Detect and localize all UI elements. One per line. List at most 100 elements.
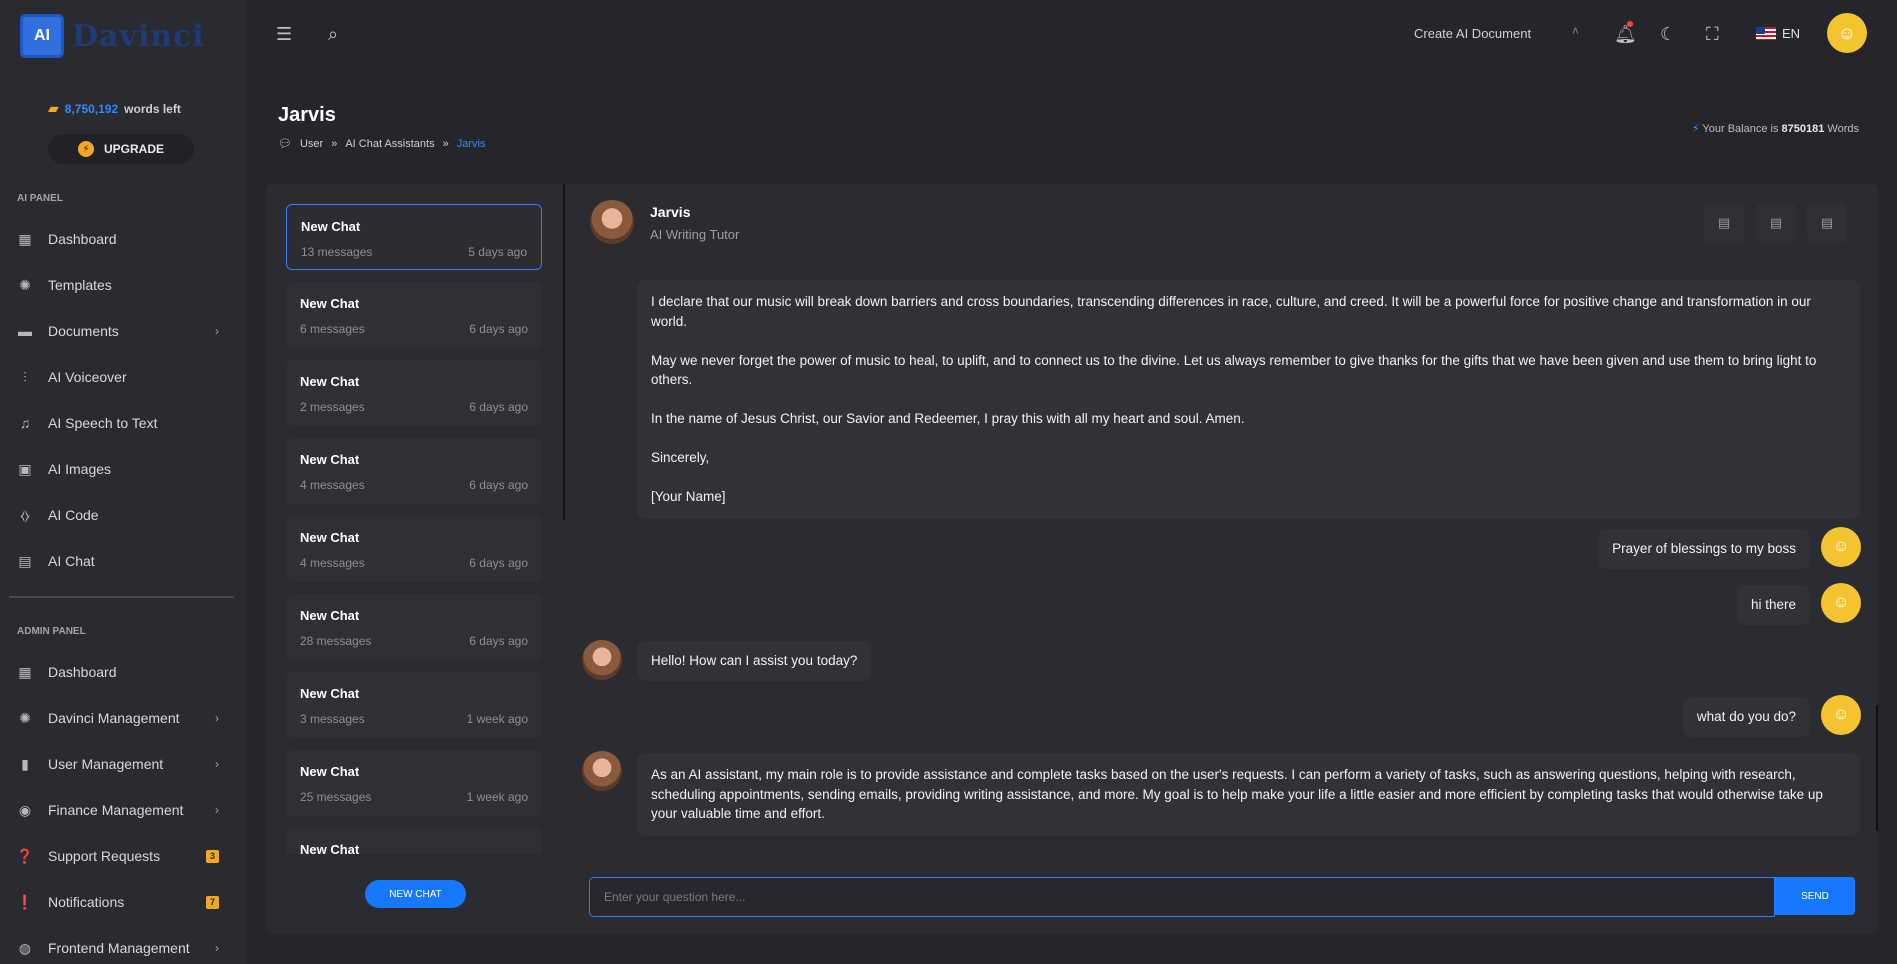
chat-history-item[interactable]: New Chat [286, 828, 542, 854]
sidebar-item-ai-voiceover[interactable]: ⫶ AI Voiceover [17, 362, 227, 392]
new-chat-button[interactable]: NEW CHAT [365, 880, 466, 908]
sidebar-item-notifications[interactable]: ❗ Notifications 7 [16, 887, 227, 917]
language-selector[interactable]: EN [1756, 26, 1800, 41]
dashboard-icon: ▦ [18, 663, 32, 680]
breadcrumb-jarvis: Jarvis [456, 137, 486, 150]
sidebar-item-ai-chat[interactable]: ▤ AI Chat [17, 546, 227, 576]
audio-file-icon: ♫ [19, 415, 31, 431]
export-word-icon[interactable]: ▤ [1704, 203, 1744, 243]
bolt-icon: ⚡ [1691, 123, 1700, 135]
message-paragraph: May we never forget the power of music t… [651, 352, 1817, 388]
panel-divider [563, 184, 565, 520]
chat-date: 6 days ago [469, 322, 528, 336]
chat-title: New Chat [300, 374, 360, 389]
chat-date: 1 week ago [466, 712, 528, 726]
assistant-name: Jarvis [650, 204, 691, 220]
chevron-right-icon: › [215, 803, 219, 817]
globe-icon: ◍ [18, 939, 32, 956]
user-message-avatar: ☺ [1821, 695, 1861, 735]
sidebar-item-documents[interactable]: ▬ Documents › [17, 316, 227, 346]
chat-date: 1 week ago [466, 790, 528, 804]
code-icon: ⧼⧽ [20, 506, 30, 523]
dashboard-icon: ▦ [18, 230, 32, 247]
breadcrumb-separator: » [442, 137, 449, 150]
chat-message-count: 13 messages [301, 245, 373, 259]
templates-icon: ✺ [19, 276, 31, 293]
words-label: words left [124, 101, 181, 116]
sidebar-item-ai-images[interactable]: ▣ AI Images [17, 454, 227, 484]
question-input-wrapper [589, 877, 1775, 917]
bell-icon[interactable]: 🔔︎ [1614, 24, 1637, 45]
breadcrumb-ai-chat-assistants[interactable]: AI Chat Assistants [345, 138, 434, 150]
language-label: EN [1782, 26, 1801, 41]
admin-panel-label: ADMIN PANEL [17, 626, 86, 637]
words-count: 8,750,192 [64, 101, 119, 116]
chat-date: 5 days ago [468, 245, 527, 259]
sidebar-item-user-management[interactable]: ▮ User Management › [17, 749, 227, 779]
sidebar-item-label: Dashboard [48, 664, 117, 680]
sidebar-item-templates[interactable]: ✺ Templates [17, 270, 227, 300]
upgrade-button[interactable]: ⚡ UPGRADE [48, 134, 194, 164]
sidebar-item-davinci-management[interactable]: ✺ Davinci Management › [17, 703, 227, 733]
logo[interactable]: AI Davinci [20, 14, 205, 58]
user-avatar[interactable]: ☺ [1827, 13, 1867, 53]
sidebar-item-frontend-management[interactable]: ◍ Frontend Management › [17, 933, 227, 963]
sidebar-item-ai-speech-to-text[interactable]: ♫ AI Speech to Text [17, 408, 227, 438]
chat-history-item[interactable]: New Chat 28 messages 6 days ago [286, 594, 542, 660]
sidebar-item-finance-management[interactable]: ◉ Finance Management › [17, 795, 227, 825]
chat-history-item[interactable]: New Chat 4 messages 6 days ago [286, 516, 542, 582]
chat-history-item[interactable]: New Chat 6 messages 6 days ago [286, 282, 542, 348]
sidebar-item-label: Support Requests [48, 848, 161, 864]
sidebar-item-label: User Management [48, 756, 164, 772]
assistant-avatar [590, 200, 634, 244]
chevron-right-icon: › [215, 941, 219, 955]
user-message: what do you do? [1682, 697, 1810, 737]
assistant-avatar-image [590, 200, 634, 244]
assistant-message-avatar [582, 640, 622, 680]
question-input[interactable] [590, 878, 1774, 916]
waveform-icon: ⫶ [23, 368, 27, 385]
sidebar-item-admin-dashboard[interactable]: ▦ Dashboard [17, 657, 227, 687]
menu-toggle-icon[interactable]: ☰ [276, 24, 292, 45]
chat-history-item[interactable]: New Chat 2 messages 6 days ago [286, 360, 542, 426]
assistant-message: As an AI assistant, my main role is to p… [637, 753, 1860, 836]
chat-title: New Chat [300, 686, 360, 701]
chat-history-item[interactable]: New Chat 4 messages 6 days ago [286, 438, 542, 504]
chat-message-count: 2 messages [300, 400, 365, 414]
sidebar-item-ai-code[interactable]: ⧼⧽ AI Code [17, 500, 227, 530]
chat-title: New Chat [300, 842, 360, 854]
balance-value: 8750181 [1781, 123, 1825, 135]
chevron-right-icon: › [215, 324, 219, 338]
support-count-badge: 3 [206, 849, 219, 863]
coins-icon: ▰ [48, 100, 59, 116]
chat-title: New Chat [301, 219, 361, 234]
sidebar-item-support-requests[interactable]: ❓ Support Requests 3 [16, 841, 227, 871]
message-paragraph: Sincerely, [651, 450, 710, 465]
sidebar-item-label: AI Code [48, 507, 99, 523]
search-icon[interactable]: ⌕ [328, 24, 338, 45]
chat-scrollbar[interactable] [1876, 705, 1878, 831]
chat-date: 6 days ago [469, 556, 528, 570]
export-text-icon[interactable]: ▤ [1807, 203, 1847, 243]
create-ai-document-link[interactable]: Create AI Document [1414, 26, 1531, 41]
chip-logo-icon: AI [20, 14, 64, 58]
chat-history-list[interactable]: New Chat 13 messages 5 days ago New Chat… [286, 204, 542, 854]
image-icon: ▣ [18, 460, 32, 477]
folder-icon: ▬ [18, 323, 32, 339]
chat-history-item[interactable]: New Chat 13 messages 5 days ago [286, 204, 542, 270]
chevron-up-icon[interactable]: ˄ [1572, 24, 1579, 38]
chat-history-item[interactable]: New Chat 25 messages 1 week ago [286, 750, 542, 816]
fullscreen-icon[interactable]: ⛶ [1706, 24, 1719, 45]
chat-history-item[interactable]: New Chat 3 messages 1 week ago [286, 672, 542, 738]
breadcrumb-user[interactable]: User [300, 138, 323, 150]
sidebar-item-label: Documents [48, 323, 119, 339]
notification-dot [1627, 21, 1633, 27]
sidebar-item-dashboard[interactable]: ▦ Dashboard [17, 224, 227, 254]
chat-date: 6 days ago [469, 478, 528, 492]
dark-mode-icon[interactable]: ☾ [1660, 24, 1676, 45]
balance-info: ⚡ Your Balance is 8750181 Words [1692, 122, 1859, 135]
send-button[interactable]: SEND [1775, 877, 1855, 915]
sidebar-item-label: Templates [48, 277, 112, 293]
export-pdf-icon[interactable]: ▤ [1756, 203, 1796, 243]
notifications-count-badge: 7 [206, 895, 219, 909]
